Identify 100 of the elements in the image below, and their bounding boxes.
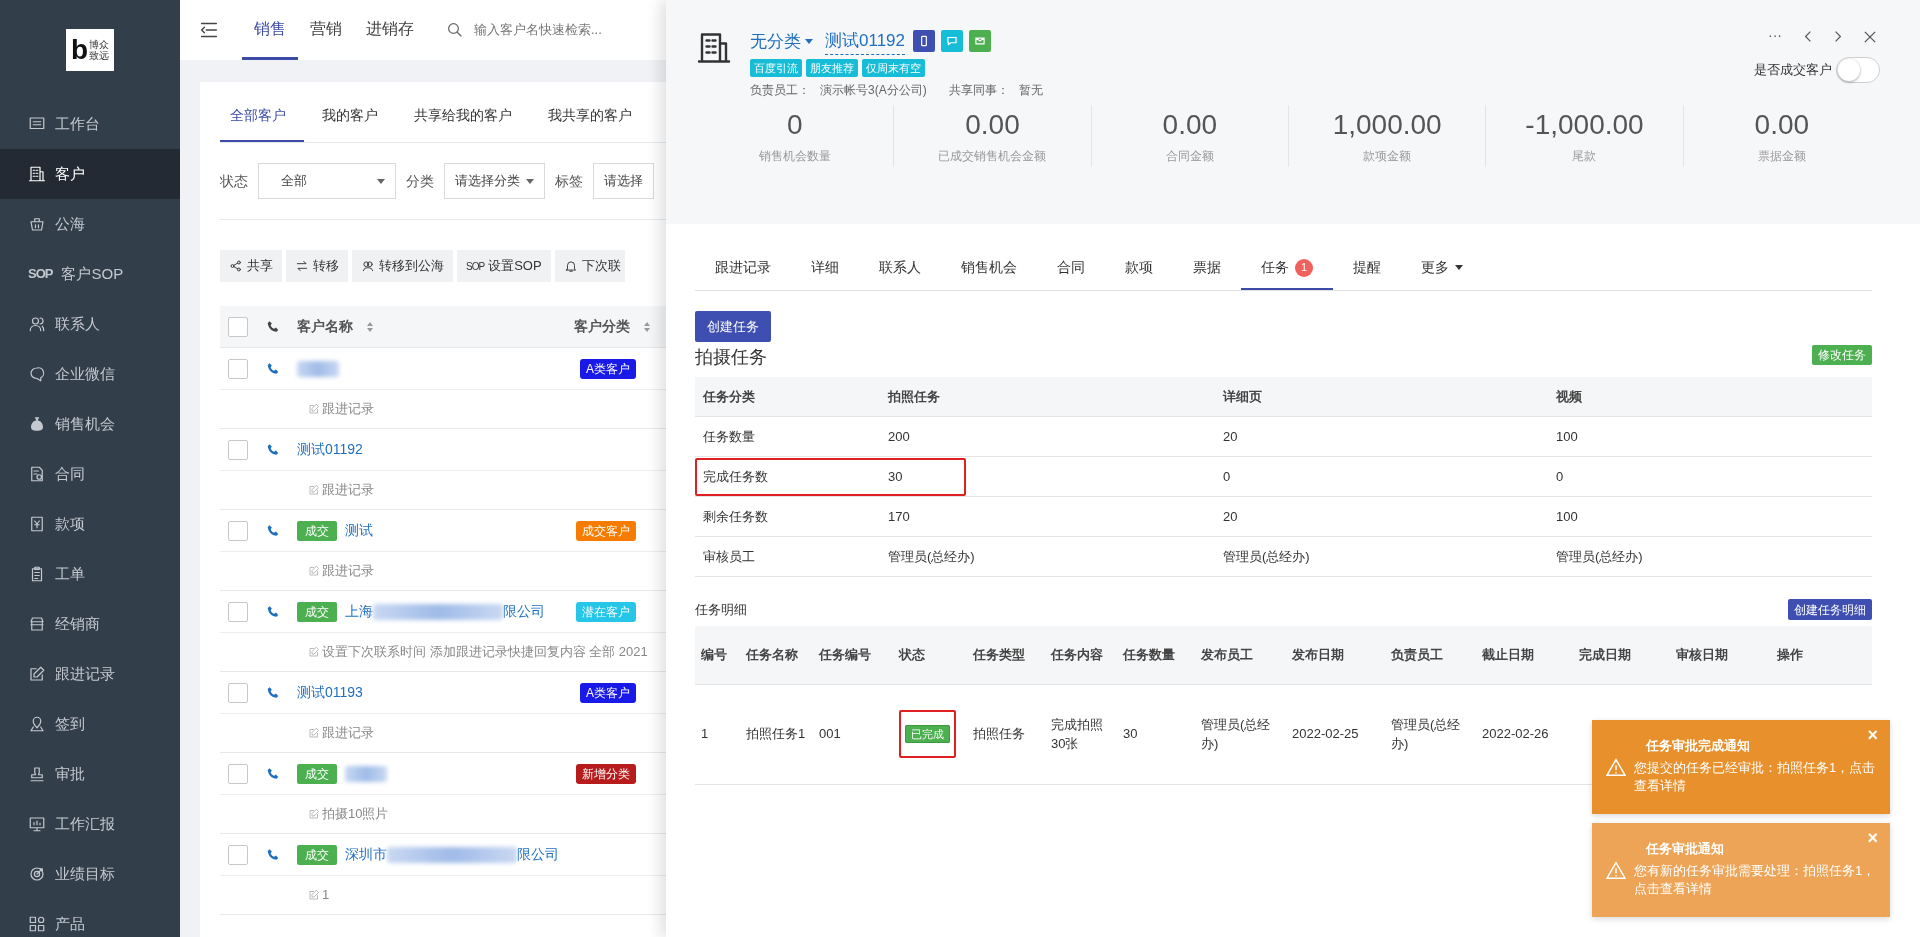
list-tab[interactable]: 我共享的客户	[530, 105, 650, 142]
action-button[interactable]: 转移	[286, 250, 348, 282]
phone-icon	[266, 523, 280, 538]
category-dropdown[interactable]: 无分类	[750, 28, 813, 54]
mail-button[interactable]	[969, 30, 991, 53]
deal-tag: 成交	[297, 844, 337, 865]
customer-name[interactable]: 测试01192	[825, 28, 905, 55]
sidebar-item[interactable]: 签到	[0, 699, 180, 749]
deal-tag: 成交	[297, 763, 337, 784]
filter-label: 状态	[220, 171, 248, 191]
sidebar-item[interactable]: 企业微信	[0, 349, 180, 399]
list-tab[interactable]: 我的客户	[304, 105, 396, 142]
notification-message: 您提交的任务已经审批：拍照任务1，点击查看详情	[1634, 758, 1876, 796]
checkbox[interactable]	[228, 520, 248, 541]
detail-tab[interactable]: 任务 1	[1241, 246, 1333, 290]
stat-label: 合同金额	[1165, 148, 1214, 166]
action-button[interactable]: SOP 设置SOP	[457, 250, 551, 282]
action-button[interactable]: 转移到公海	[352, 250, 453, 282]
search-field[interactable]: 输入客户名快速检索...	[472, 19, 632, 41]
sidebar-item[interactable]: 跟进记录	[0, 649, 180, 699]
sort-icon[interactable]	[644, 321, 650, 332]
table-cell: 2022-02-25	[1292, 726, 1359, 742]
detail-tab[interactable]: 提醒	[1333, 246, 1401, 290]
sidebar-item[interactable]: SOP 客户SOP	[0, 249, 180, 299]
checkbox[interactable]	[228, 844, 248, 865]
column-header: 客户分类	[574, 317, 630, 336]
customer-tag: 仅周末有空	[862, 58, 925, 77]
sidebar-item[interactable]: 业绩目标	[0, 849, 180, 899]
detail-tab[interactable]: 销售机会	[941, 246, 1037, 290]
building-icon	[28, 165, 46, 183]
detail-tab[interactable]: 更多	[1401, 246, 1483, 290]
detail-tab[interactable]: 跟进记录	[695, 246, 791, 290]
sidebar-item[interactable]: 销售机会	[0, 399, 180, 449]
create-detail-button[interactable]: 创建任务明细	[1788, 599, 1872, 620]
category-tag: A类客户	[580, 358, 636, 379]
customer-name-link[interactable]	[297, 360, 339, 377]
filter-dropdown[interactable]: 全部	[258, 163, 396, 199]
action-button[interactable]: 下次联	[554, 250, 625, 282]
list-tab[interactable]: 全部客户	[220, 105, 304, 142]
edit-icon	[308, 646, 320, 658]
checkbox[interactable]	[228, 763, 248, 784]
sidebar-item[interactable]: 公海	[0, 199, 180, 249]
sidebar-item[interactable]: 合同	[0, 449, 180, 499]
message-button[interactable]	[941, 30, 963, 53]
create-task-button[interactable]: 创建任务	[695, 311, 771, 342]
filter-dropdown[interactable]: 请选择分类	[444, 163, 545, 199]
customer-name-link[interactable]: 测试	[345, 520, 373, 541]
shared-link[interactable]: 暂无	[1018, 81, 1043, 99]
checkbox[interactable]	[228, 682, 248, 703]
sidebar-item[interactable]: 款项	[0, 499, 180, 549]
checkbox[interactable]	[228, 316, 248, 337]
sidebar-item[interactable]: 工作台	[0, 99, 180, 149]
nav-tab[interactable]: 销售	[242, 0, 298, 60]
detail-tab[interactable]: 详细	[791, 246, 859, 290]
filter-dropdown[interactable]: 请选择	[593, 163, 654, 199]
customer-name-link[interactable]: 上海 限公司	[345, 601, 545, 622]
more-button[interactable]: ···	[1764, 28, 1786, 43]
toggle-switch[interactable]	[1836, 56, 1880, 83]
checkbox[interactable]	[228, 601, 248, 622]
customer-name-link[interactable]: 测试01192	[297, 439, 363, 460]
table-cell-text: 审核员工	[702, 547, 756, 566]
detail-tab[interactable]: 合同	[1037, 246, 1105, 290]
column-header: 编号	[695, 626, 740, 684]
table-cell-text: 任务数量	[702, 427, 756, 446]
follow-up-note: 1	[322, 886, 330, 905]
table-cell-text: 管理员(总经办)	[1555, 547, 1644, 566]
nav-tab[interactable]: 营销	[298, 0, 354, 60]
owner-link[interactable]: 演示帐号3(A分公司)	[820, 81, 927, 99]
column-header: 任务类型	[967, 626, 1045, 684]
sidebar-item[interactable]: 工作汇报	[0, 799, 180, 849]
list-tab[interactable]: 共享给我的客户	[396, 105, 530, 142]
sort-icon[interactable]	[367, 321, 373, 332]
table-cell-text: 管理员(总经办)	[1222, 547, 1311, 566]
sidebar-item[interactable]: 审批	[0, 749, 180, 799]
sidebar-item[interactable]: 经销商	[0, 599, 180, 649]
nav-tab[interactable]: 进销存	[354, 0, 426, 60]
customer-name-link[interactable]: 深圳市 限公司	[345, 844, 559, 865]
column-header: 视频	[1555, 387, 1583, 406]
stat-value: 1,000.00	[1332, 108, 1442, 142]
sidebar-item[interactable]: 客户	[0, 149, 180, 199]
action-button[interactable]: 共享	[220, 250, 282, 282]
stat-label: 款项金额	[1363, 148, 1412, 166]
stat-label: 票据金额	[1757, 148, 1806, 166]
detail-tab[interactable]: 联系人	[859, 246, 941, 290]
phone-icon	[266, 319, 280, 334]
customer-name-link[interactable]: 测试01193	[297, 682, 363, 703]
customer-tag: 百度引流	[750, 58, 802, 77]
mobile-button[interactable]	[913, 30, 935, 53]
checkbox[interactable]	[228, 358, 248, 379]
column-header: 发布日期	[1286, 626, 1385, 684]
detail-tab[interactable]: 款项	[1105, 246, 1173, 290]
table-cell-text: 200	[887, 427, 911, 446]
sidebar-item[interactable]: 产品	[0, 899, 180, 937]
sidebar-item[interactable]: 联系人	[0, 299, 180, 349]
warning-icon	[1606, 861, 1626, 879]
column-header: 客户名称	[297, 317, 353, 336]
customer-name-link[interactable]	[345, 765, 387, 782]
checkbox[interactable]	[228, 439, 248, 460]
detail-tab[interactable]: 票据	[1173, 246, 1241, 290]
sidebar-item[interactable]: 工单	[0, 549, 180, 599]
